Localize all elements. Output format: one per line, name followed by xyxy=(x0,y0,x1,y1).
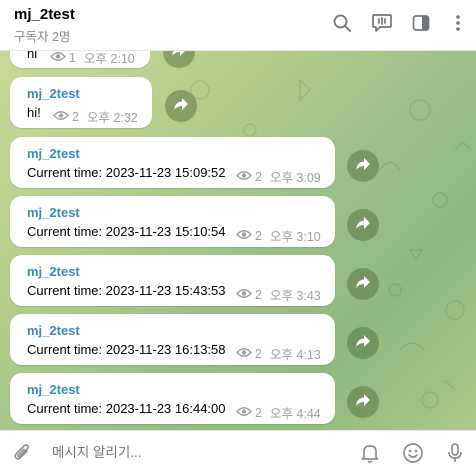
bell-icon[interactable] xyxy=(357,440,383,466)
view-count: 2 xyxy=(255,346,262,361)
emoji-icon[interactable] xyxy=(400,440,426,466)
eye-icon xyxy=(236,229,252,243)
forward-button[interactable] xyxy=(347,209,379,241)
forward-icon xyxy=(355,393,371,412)
subscriber-count: 구독자 2명 xyxy=(14,30,71,44)
message-meta: 2 오후 4:13 xyxy=(236,344,321,363)
message-time: 오후 4:13 xyxy=(269,348,321,362)
sender-name[interactable]: mj_2test xyxy=(27,323,80,338)
message-time: 오후 3:43 xyxy=(269,289,321,303)
message-composer xyxy=(0,430,476,474)
message-time: 오후 3:10 xyxy=(269,230,321,244)
message-text: hi! xyxy=(27,105,41,120)
message-text: Current time: 2023-11-23 15:43:53 xyxy=(27,283,226,298)
forward-button[interactable] xyxy=(165,90,197,122)
eye-icon xyxy=(236,170,252,184)
live-chat-icon[interactable] xyxy=(369,10,395,36)
message-input[interactable] xyxy=(52,445,332,460)
sender-name[interactable]: mj_2test xyxy=(27,264,80,279)
view-count: 1 xyxy=(69,50,76,65)
view-count: 2 xyxy=(255,405,262,420)
eye-icon xyxy=(53,110,69,124)
message-bubble[interactable]: hi 1 오후 2:10 xyxy=(10,50,150,68)
forward-icon xyxy=(171,50,187,62)
view-count: 2 xyxy=(255,287,262,302)
sender-name[interactable]: mj_2test xyxy=(27,86,80,101)
eye-icon xyxy=(50,51,66,65)
message-bubble[interactable]: mj_2test hi! 2 오후 2:32 xyxy=(10,77,152,128)
message-time: 오후 4:44 xyxy=(269,407,321,421)
message-bubble[interactable]: mj_2test Current time: 2023-11-23 16:44:… xyxy=(10,373,335,424)
eye-icon xyxy=(236,406,252,420)
chat-header: mj_2test 구독자 2명 xyxy=(0,0,476,51)
view-count: 2 xyxy=(255,169,262,184)
message-time: 오후 2:10 xyxy=(83,52,135,66)
chat-area[interactable]: hi 1 오후 2:10 mj_2test hi! 2 오후 2:32 mj_2… xyxy=(0,50,476,430)
sender-name[interactable]: mj_2test xyxy=(27,146,80,161)
sender-name[interactable]: mj_2test xyxy=(27,205,80,220)
channel-title[interactable]: mj_2test xyxy=(14,6,75,23)
eye-icon xyxy=(236,288,252,302)
microphone-icon[interactable] xyxy=(442,440,468,466)
message-meta: 2 오후 3:43 xyxy=(236,285,321,304)
message-meta: 2 오후 3:10 xyxy=(236,226,321,245)
forward-icon xyxy=(355,216,371,235)
message-bubble[interactable]: mj_2test Current time: 2023-11-23 15:10:… xyxy=(10,196,335,247)
message-text: Current time: 2023-11-23 16:44:00 xyxy=(27,401,226,416)
forward-icon xyxy=(173,97,189,116)
message-time: 오후 2:32 xyxy=(86,111,138,125)
search-icon[interactable] xyxy=(329,10,355,36)
message-bubble[interactable]: mj_2test Current time: 2023-11-23 15:43:… xyxy=(10,255,335,306)
message-meta: 1 오후 2:10 xyxy=(50,50,135,67)
attach-icon[interactable] xyxy=(9,440,35,466)
message-meta: 2 오후 4:44 xyxy=(236,403,321,422)
eye-icon xyxy=(236,347,252,361)
view-count: 2 xyxy=(72,109,79,124)
forward-icon xyxy=(355,334,371,353)
message-bubble[interactable]: mj_2test Current time: 2023-11-23 16:13:… xyxy=(10,314,335,365)
message-text: Current time: 2023-11-23 15:09:52 xyxy=(27,165,226,180)
forward-button[interactable] xyxy=(347,150,379,182)
view-count: 2 xyxy=(255,228,262,243)
message-time: 오후 3:09 xyxy=(269,171,321,185)
message-meta: 2 오후 2:32 xyxy=(53,107,138,126)
message-bubble[interactable]: mj_2test Current time: 2023-11-23 15:09:… xyxy=(10,137,335,188)
forward-icon xyxy=(355,157,371,176)
forward-button[interactable] xyxy=(347,386,379,418)
message-meta: 2 오후 3:09 xyxy=(236,167,321,186)
forward-icon xyxy=(355,275,371,294)
message-text: hi xyxy=(27,50,38,61)
sender-name[interactable]: mj_2test xyxy=(27,382,80,397)
sidebar-toggle-icon[interactable] xyxy=(408,10,434,36)
message-text: Current time: 2023-11-23 15:10:54 xyxy=(27,224,226,239)
more-icon[interactable] xyxy=(445,10,471,36)
message-text: Current time: 2023-11-23 16:13:58 xyxy=(27,342,226,357)
forward-button[interactable] xyxy=(347,327,379,359)
forward-button[interactable] xyxy=(347,268,379,300)
